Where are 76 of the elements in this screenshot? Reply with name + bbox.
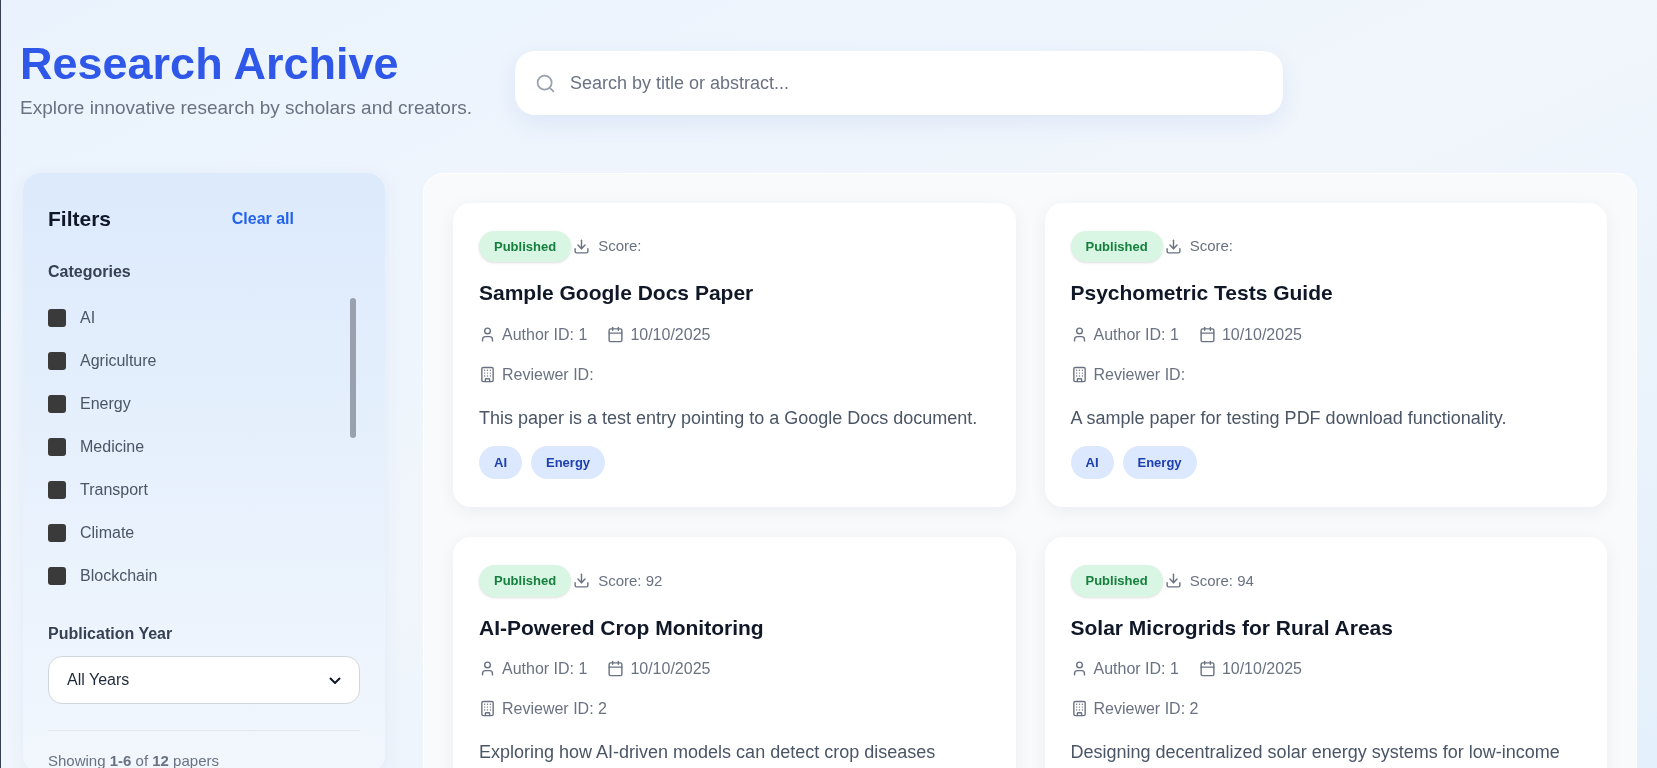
author-text: Author ID: 1 — [1093, 324, 1179, 345]
category-checkbox[interactable]: Climate — [48, 521, 135, 546]
checkbox[interactable] — [48, 524, 66, 543]
category-checkbox[interactable]: Energy — [48, 392, 131, 417]
checkbox[interactable] — [48, 438, 66, 457]
paper-description: A sample paper for testing PDF download functionality. — [1070, 406, 1508, 430]
author-text: Author ID: 1 — [502, 324, 588, 345]
score-text: Score: — [598, 236, 642, 257]
category-tag[interactable]: AI — [479, 445, 522, 479]
status-badge: Published — [1070, 565, 1163, 597]
checkbox[interactable] — [48, 395, 66, 414]
category-checkbox[interactable]: Medicine — [48, 435, 145, 460]
download-icon[interactable] — [573, 238, 591, 255]
author-text: Author ID: 1 — [502, 658, 588, 679]
search-bar[interactable]: Search by title or abstract... — [515, 51, 1283, 115]
paper-description: Designing decentralized solar energy systems for low-income — [1070, 740, 1561, 764]
paper-card[interactable]: Published Score: 92 AI-Powered Crop Monitoring Author ID: 1 10/10/2025 Reviewer ID: 2 Exploring how AI-driven models can detect crop diseases — [453, 537, 1016, 768]
paper-description: Exploring how AI-driven models can detect crop diseases — [479, 740, 937, 764]
date-text: 10/10/2025 — [1221, 324, 1302, 345]
calendar-icon — [607, 326, 625, 343]
year-label: Publication Year — [48, 624, 174, 645]
download-icon[interactable] — [1164, 238, 1182, 255]
building-icon — [1070, 700, 1088, 718]
search-field[interactable]: Search by title or abstract... — [570, 69, 1263, 97]
category-checkbox[interactable]: Agriculture — [48, 349, 157, 374]
reviewer-text: Reviewer ID: — [502, 364, 594, 385]
calendar-icon — [607, 660, 625, 678]
status-badge: Published — [1070, 230, 1163, 263]
categories-label: Categories — [48, 262, 132, 283]
page-title: Research Archive — [20, 37, 400, 91]
reviewer-text: Reviewer ID: 2 — [1093, 698, 1199, 719]
search-icon — [535, 72, 556, 94]
category-tag[interactable]: Energy — [531, 445, 606, 479]
score-text: Score: — [1189, 236, 1233, 257]
filters-heading: Filters — [48, 205, 112, 232]
paper-title[interactable]: AI-Powered Crop Monitoring — [479, 614, 990, 641]
page-subtitle: Explore innovative research by scholars and creators. — [20, 96, 473, 121]
calendar-icon — [1198, 660, 1216, 678]
download-icon[interactable] — [573, 572, 591, 590]
category-tag[interactable]: AI — [1070, 445, 1114, 479]
building-icon — [479, 700, 496, 718]
paper-card[interactable]: Published Score: Psychometric Tests Guide Author ID: 1 10/10/2025 Reviewer ID: A sample paper for testing PDF download functionality. AI Energy — [1044, 202, 1607, 507]
year-select[interactable]: All Years — [48, 656, 360, 705]
category-checkbox[interactable]: Blockchain — [48, 564, 158, 589]
paper-title[interactable]: Sample Google Docs Paper — [479, 280, 990, 307]
paper-card[interactable]: Published Score: Sample Google Docs Paper Author ID: 1 10/10/2025 Reviewer ID: This paper is a test entry pointing to a Google Docs document. AI Energy — [453, 202, 1016, 507]
date-text: 10/10/2025 — [1221, 658, 1302, 679]
paper-card[interactable]: Published Score: 94 Solar Microgrids for Rural Areas Author ID: 1 10/10/2025 Reviewer ID: 2 Designing decentralized solar energy systems for low-income — [1044, 537, 1607, 768]
score-text: Score: 92 — [598, 570, 663, 591]
status-badge: Published — [479, 230, 572, 263]
paper-title[interactable]: Psychometric Tests Guide — [1070, 280, 1581, 307]
clear-all-link[interactable]: Clear all — [231, 206, 294, 231]
building-icon — [1070, 366, 1088, 383]
checkbox[interactable] — [48, 352, 66, 371]
checkbox[interactable] — [48, 481, 66, 500]
paper-title[interactable]: Solar Microgrids for Rural Areas — [1070, 614, 1581, 641]
person-icon — [479, 660, 496, 678]
category-checkbox[interactable]: AI — [48, 306, 96, 331]
category-tag[interactable]: Energy — [1122, 445, 1197, 479]
checkbox[interactable] — [48, 309, 66, 328]
calendar-icon — [1198, 326, 1216, 343]
paper-description: This paper is a test entry pointing to a Google Docs document. — [479, 406, 979, 430]
download-icon[interactable] — [1164, 572, 1182, 590]
reviewer-text: Reviewer ID: — [1093, 364, 1186, 385]
chevron-down-icon — [329, 676, 341, 684]
date-text: 10/10/2025 — [630, 324, 711, 345]
score-text: Score: 94 — [1189, 570, 1254, 591]
author-text: Author ID: 1 — [1093, 658, 1179, 679]
status-badge: Published — [479, 565, 572, 597]
checkbox[interactable] — [48, 567, 66, 586]
date-text: 10/10/2025 — [630, 658, 711, 679]
person-icon — [479, 326, 496, 343]
scrollbar[interactable] — [350, 298, 356, 439]
building-icon — [479, 366, 496, 383]
reviewer-text: Reviewer ID: 2 — [502, 698, 607, 719]
category-checkbox[interactable]: Transport — [48, 478, 148, 503]
